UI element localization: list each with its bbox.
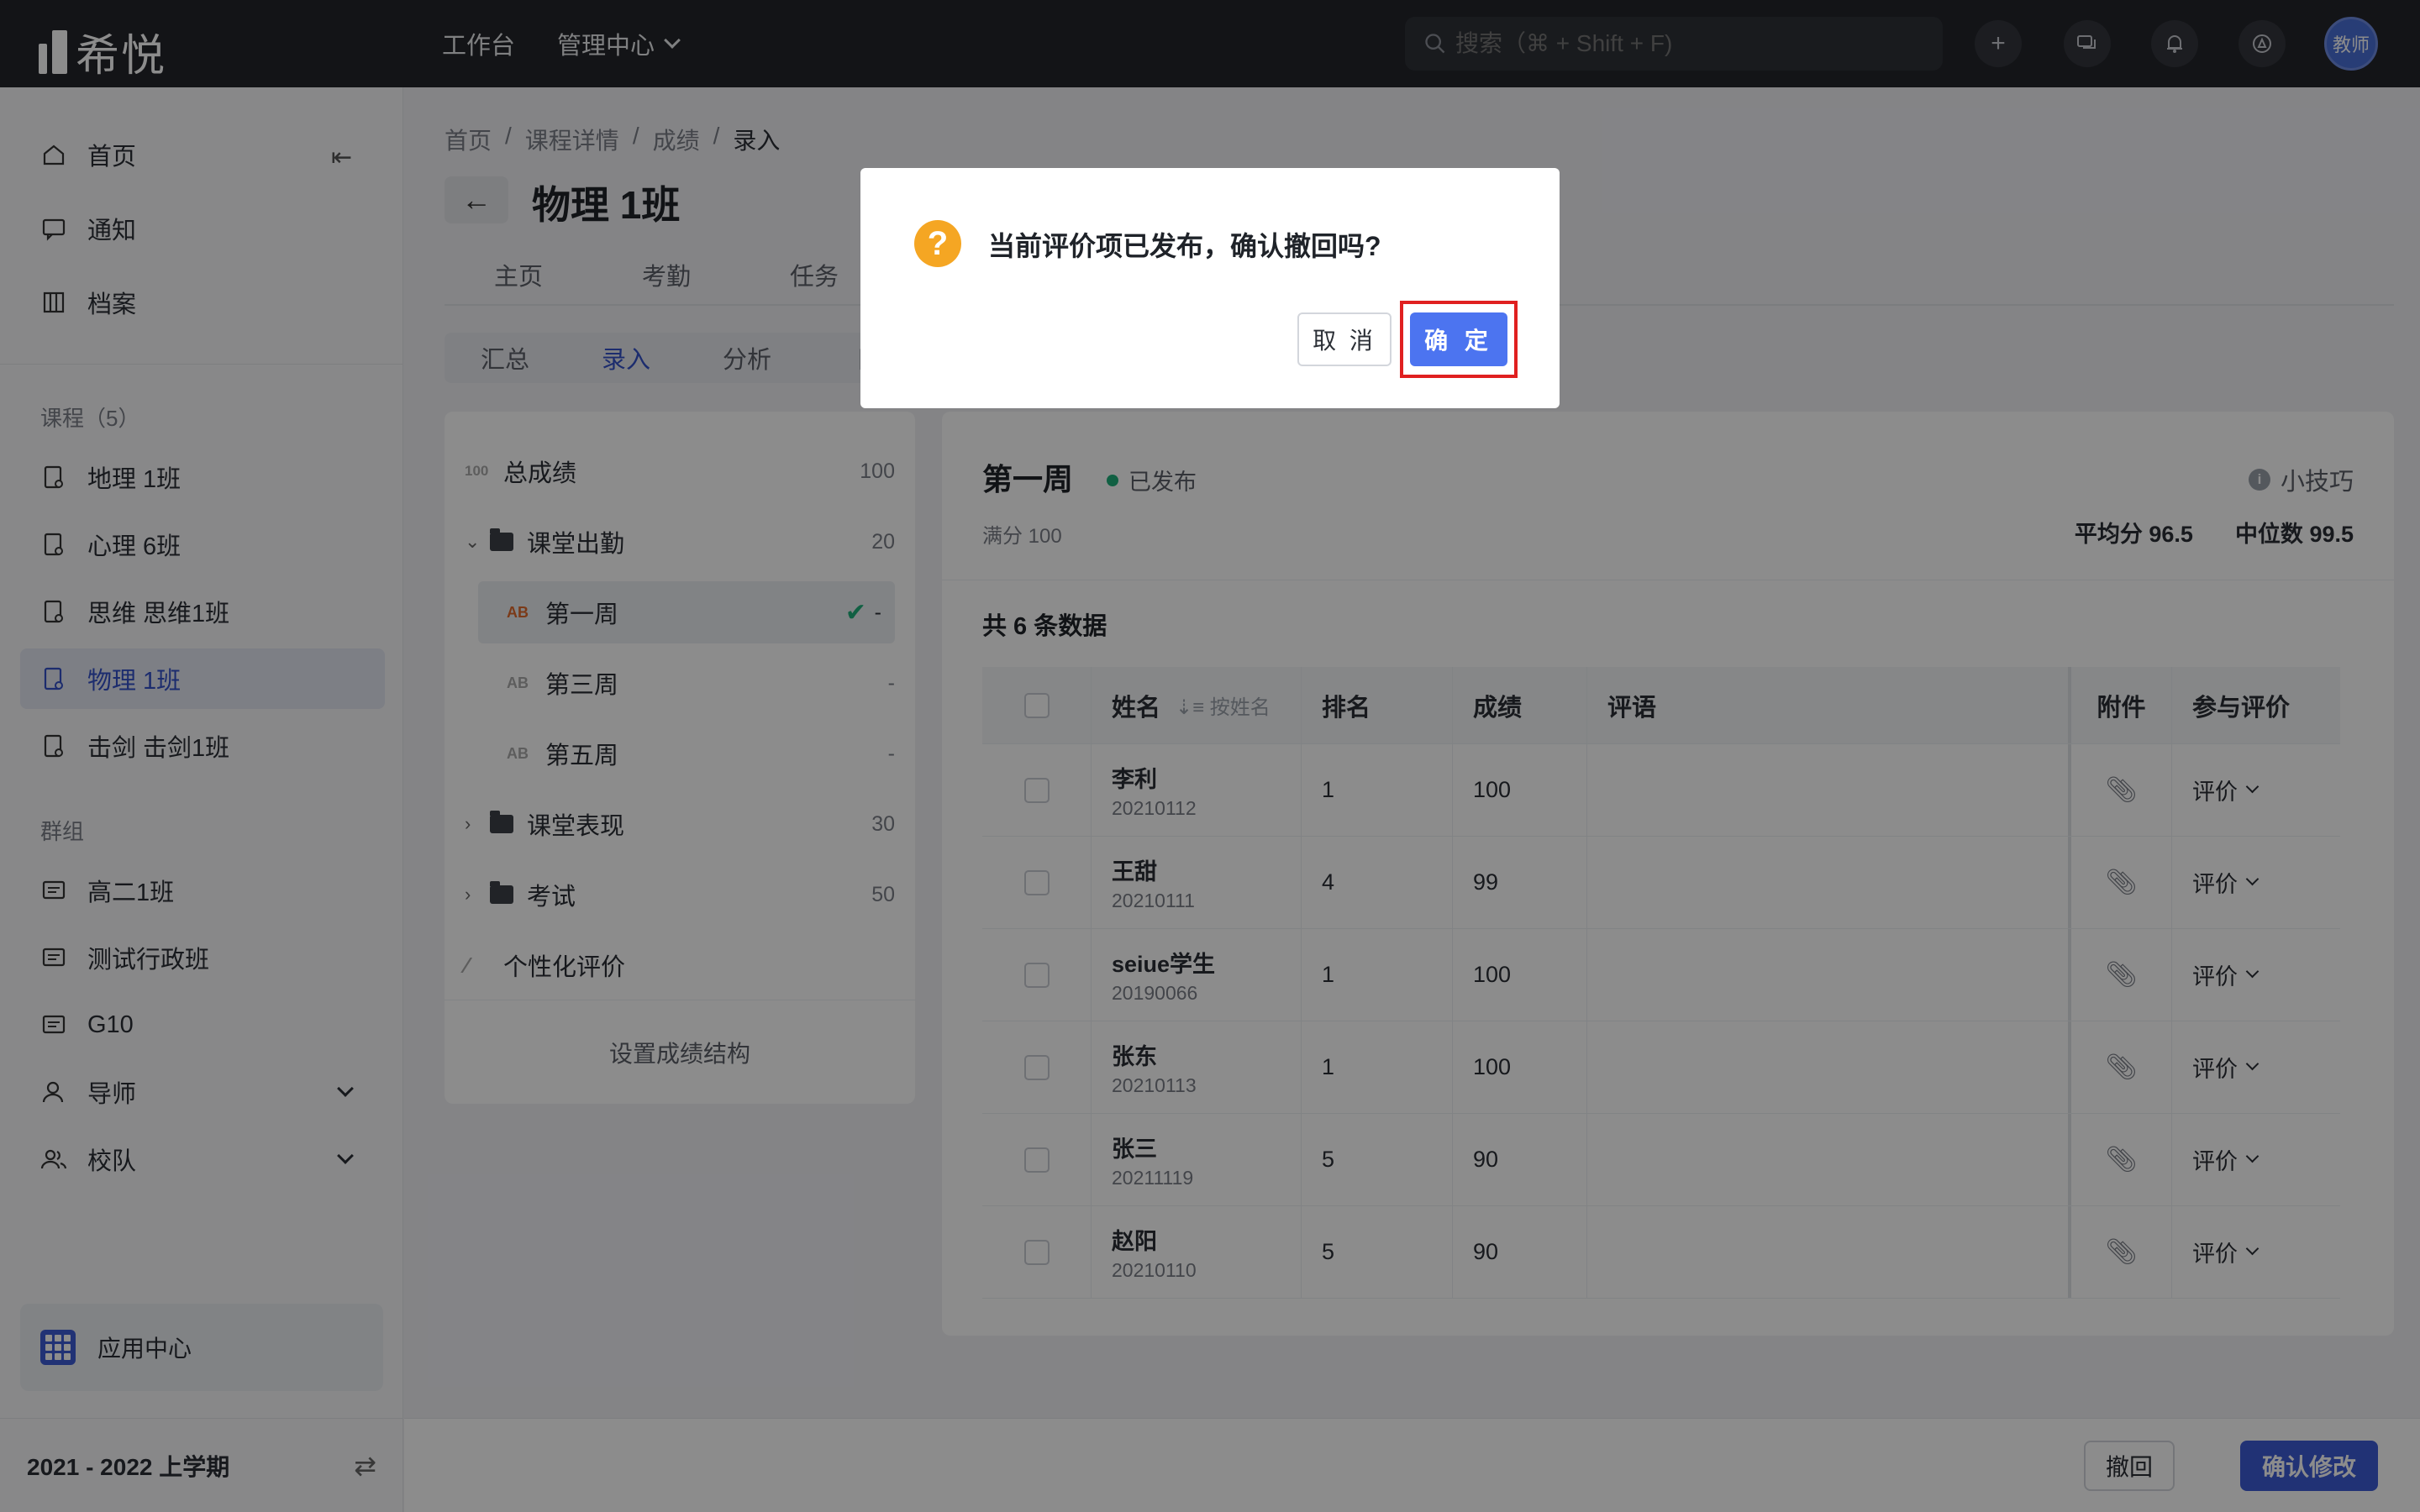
confirm-revoke-dialog: ? 当前评价项已发布，确认撤回吗? 取 消 确 定 bbox=[860, 168, 1560, 408]
question-icon: ? bbox=[914, 220, 961, 267]
highlight-box: 确 定 bbox=[1400, 301, 1518, 378]
dialog-message: 当前评价项已发布，确认撤回吗? bbox=[988, 231, 1381, 261]
dialog-ok-button[interactable]: 确 定 bbox=[1410, 312, 1507, 366]
dialog-cancel-button[interactable]: 取 消 bbox=[1297, 312, 1392, 366]
